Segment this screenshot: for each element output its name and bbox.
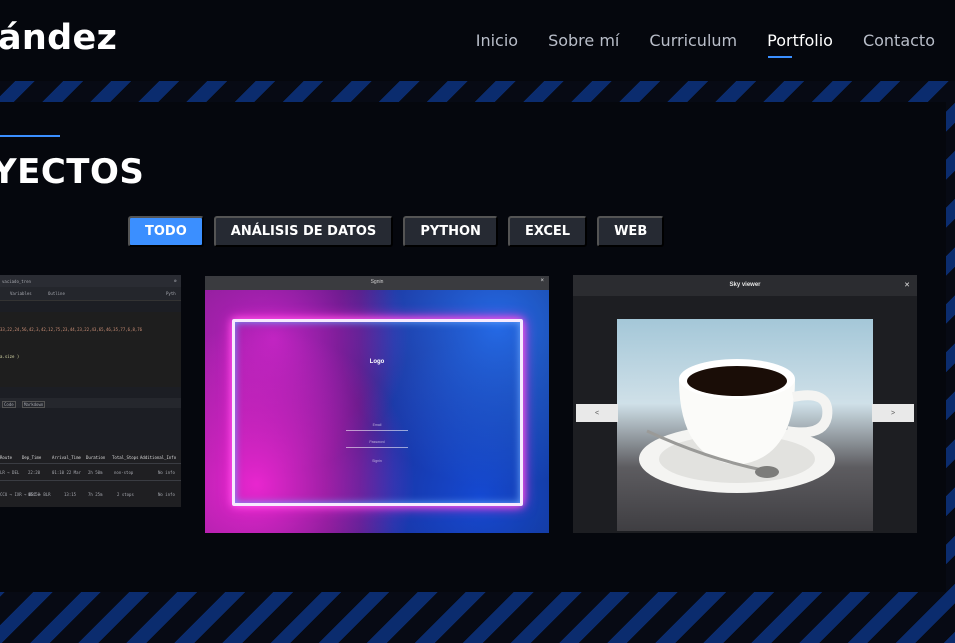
data-table: Route Dep_Time Arrival_Time Duration Tot…: [0, 450, 181, 507]
close-icon: ✕: [904, 282, 910, 289]
notebook-filename: vaciado_tren: [2, 279, 31, 284]
login-window-title: Sgnin: [370, 279, 384, 285]
project-card-sky-viewer[interactable]: Sky viewer ✕ < >: [573, 275, 917, 533]
add-code-button: Code: [2, 401, 16, 408]
table-divider: [0, 463, 181, 464]
cell-dep-time: 05:50: [28, 492, 41, 497]
cell-dep-time: 22:20: [28, 470, 41, 475]
col-route: Route: [0, 455, 13, 460]
cell-duration: 7h 25m: [88, 492, 103, 497]
cell-additional-info: No info: [158, 492, 175, 497]
viewer-window-titlebar: Sky viewer ✕: [573, 275, 917, 296]
settings-icon: ⚙: [174, 278, 177, 283]
close-icon: ×: [540, 278, 544, 284]
email-field: [346, 430, 408, 431]
cell-duration: 2h 50m: [88, 470, 103, 475]
portfolio-section: YECTOS TODO ANÁLISIS DE DATOS PYTHON EXC…: [0, 102, 946, 592]
nav-contacto[interactable]: Contacto: [863, 31, 935, 50]
nav-sobre-mi[interactable]: Sobre mí: [548, 31, 619, 50]
col-arrival-time: Arrival_Time: [52, 455, 81, 460]
nav-portfolio[interactable]: Portfolio: [767, 31, 833, 58]
filter-web-button[interactable]: WEB: [597, 216, 665, 247]
prev-image-button: <: [576, 404, 618, 422]
add-markdown-button: Markdown: [22, 401, 46, 408]
code-line: a.size ): [0, 354, 20, 359]
filter-analisis-datos-button[interactable]: ANÁLISIS DE DATOS: [213, 216, 394, 247]
notebook-code-cell: 33,22,24,56,42,3,42,12,75,23,44,23,22,43…: [0, 312, 181, 387]
filter-excel-button[interactable]: EXCEL: [507, 216, 588, 247]
login-logo: Logo: [369, 359, 385, 365]
nav-inicio[interactable]: Inicio: [476, 31, 518, 50]
tab-outline: Outline: [48, 291, 65, 296]
cell-additional-info: No info: [158, 470, 175, 475]
next-image-button: >: [872, 404, 914, 422]
title-underline: [0, 135, 60, 137]
main-nav: Inicio Sobre mí Curriculum Portfolio Con…: [476, 31, 935, 58]
site-brand[interactable]: ández: [0, 18, 117, 58]
col-total-stops: Total_Stops: [112, 455, 139, 460]
filter-todo-button[interactable]: TODO: [128, 216, 204, 247]
coffee-cup-photo: [617, 319, 873, 531]
notebook-titlebar: vaciado_tren ⚙: [0, 275, 181, 287]
project-card-login-app[interactable]: Sgnin × Logo Email Password Signin: [205, 276, 549, 533]
password-field: [346, 447, 408, 448]
table-divider: [0, 480, 181, 481]
login-window-titlebar: Sgnin ×: [205, 276, 549, 290]
project-filters: TODO ANÁLISIS DE DATOS PYTHON EXCEL WEB: [128, 216, 665, 247]
project-card-data-analysis[interactable]: vaciado_tren ⚙ Variables Outline Pyth 33…: [0, 275, 181, 507]
filter-python-button[interactable]: PYTHON: [403, 216, 498, 247]
cell-route: LR → DEL: [0, 470, 20, 475]
nav-curriculum[interactable]: Curriculum: [649, 31, 737, 50]
code-series: 33,22,24,56,42,3,42,12,75,23,44,23,22,43…: [0, 327, 143, 332]
password-label: Password: [369, 440, 385, 444]
cell-arrival-time: 13:15: [64, 492, 77, 497]
tab-variables: Variables: [10, 291, 32, 296]
cell-total-stops: 2 stops: [117, 492, 134, 497]
email-label: Email: [372, 423, 382, 427]
col-additional-info: Additional_Info: [140, 455, 177, 460]
notebook-toolbar: Variables Outline Pyth: [0, 287, 181, 301]
neon-frame: [232, 319, 523, 506]
kernel-label: Pyth: [166, 291, 176, 296]
col-dep-time: Dep_Time: [22, 455, 42, 460]
viewer-window-title: Sky viewer: [729, 282, 761, 288]
col-duration: Duration: [86, 455, 106, 460]
cell-total-stops: non-stop: [114, 470, 134, 475]
cell-arrival-time: 01:10 22 Mar: [52, 470, 81, 475]
coffee-cup-illustration: [639, 359, 835, 493]
cell-route: CCU → IXR → BBI → BLR: [0, 492, 51, 497]
site-header: ández Inicio Sobre mí Curriculum Portfol…: [0, 0, 955, 81]
signin-label: Signin: [372, 459, 382, 463]
section-title: YECTOS: [0, 152, 145, 192]
cell-toolbar: Code Markdown: [0, 398, 181, 408]
